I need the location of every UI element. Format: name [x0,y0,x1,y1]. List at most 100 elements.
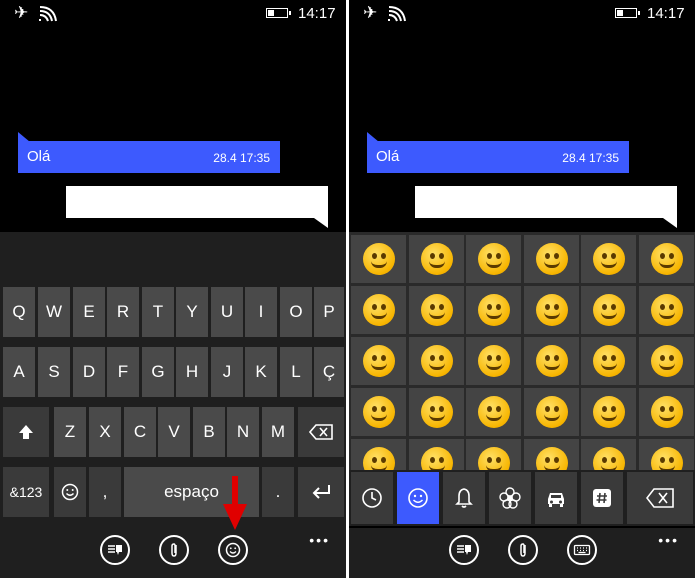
key-n[interactable]: N [227,407,259,457]
emoji-face-icon [478,396,511,428]
key-j[interactable]: J [211,347,243,397]
key-v[interactable]: V [158,407,190,457]
key-z[interactable]: Z [54,407,86,457]
key-l[interactable]: L [280,347,312,397]
emoji-cell[interactable] [581,337,637,385]
key-i[interactable]: I [245,287,277,337]
emoji-cell[interactable] [408,235,464,283]
category-symbols[interactable] [581,472,623,524]
emoji-face-part [660,355,665,361]
message-bubble[interactable]: Olá 28.4 17:35 [367,141,629,173]
emoji-face-icon [593,243,626,275]
emoji-cell[interactable] [523,235,579,283]
key-r[interactable]: R [107,287,139,337]
emoji-cell[interactable] [351,388,406,436]
more-options-icon[interactable]: ••• [309,532,330,548]
emoji-cell[interactable] [466,388,522,436]
emoji-face-icon [478,243,511,275]
key-d[interactable]: D [73,347,105,397]
shift-key[interactable] [3,407,49,457]
keyboard-toggle-button[interactable] [449,535,479,565]
emoji-cell[interactable] [581,235,637,283]
attach-button[interactable] [508,535,538,565]
emoji-cell[interactable] [639,337,694,385]
key-t[interactable]: T [142,287,174,337]
key-q[interactable]: Q [3,287,35,337]
emoji-face-icon [535,345,568,377]
emoji-cell[interactable] [466,286,522,334]
keyboard-button[interactable] [567,535,597,565]
emoji-cell[interactable] [408,388,464,436]
emoji-cell[interactable] [466,337,522,385]
emoji-cell[interactable] [523,337,579,385]
emoji-cell[interactable] [639,439,694,470]
emoji-key[interactable] [54,467,86,517]
emoji-button[interactable] [218,535,248,565]
emoji-cell[interactable] [639,286,694,334]
key-c-cedilla[interactable]: Ç [314,347,344,397]
phone-screen-left: ✈ 14:17 Olá 28.4 17:35 Q W E R T Y U I O… [0,0,346,578]
emoji-face-icon [593,396,626,428]
key-f[interactable]: F [107,347,139,397]
emoji-face-part [602,253,608,259]
emoji-cell[interactable] [408,337,464,385]
emoji-cell[interactable] [408,286,464,334]
emoji-cell[interactable] [581,439,637,470]
key-c[interactable]: C [124,407,156,457]
emoji-cell[interactable] [351,235,406,283]
key-g[interactable]: G [142,347,174,397]
key-u[interactable]: U [211,287,243,337]
key-e[interactable]: E [73,287,105,337]
backspace-key[interactable] [298,407,344,457]
more-options-icon[interactable]: ••• [658,532,679,548]
symbols-key[interactable]: &123 [3,467,49,517]
emoji-cell[interactable] [581,388,637,436]
bottom-app-bar: ••• [0,528,346,578]
flower-icon [499,487,521,509]
emoji-backspace-button[interactable] [627,472,693,524]
message-bubble[interactable]: Olá 28.4 17:35 [18,141,280,173]
key-p[interactable]: P [314,287,344,337]
category-nature[interactable] [489,472,531,524]
emoji-cell[interactable] [351,439,406,470]
emoji-cell[interactable] [581,286,637,334]
category-objects[interactable] [443,472,485,524]
comma-key[interactable]: , [89,467,121,517]
key-s[interactable]: S [38,347,70,397]
period-key[interactable]: . [262,467,294,517]
enter-key[interactable] [298,467,344,517]
emoji-face-part [428,312,445,319]
key-m[interactable]: M [262,407,294,457]
status-time: 14:17 [298,5,336,22]
keyboard-toggle-button[interactable] [100,535,130,565]
key-h[interactable]: H [176,347,208,397]
reply-input[interactable] [66,186,328,218]
emoji-cell[interactable] [523,439,579,470]
emoji-cell[interactable] [351,286,406,334]
emoji-cell[interactable] [639,235,694,283]
category-places[interactable] [535,472,577,524]
emoji-cell[interactable] [408,439,464,470]
key-w[interactable]: W [38,287,70,337]
emoji-face-part [496,355,502,361]
emoji-cell[interactable] [523,286,579,334]
emoji-face-part [372,406,377,412]
emoji-face-icon [363,294,395,326]
emoji-cell[interactable] [466,235,522,283]
key-y[interactable]: Y [176,287,208,337]
category-recent[interactable] [351,472,393,524]
reply-input[interactable] [415,186,677,218]
emoji-cell[interactable] [351,337,406,385]
attach-button[interactable] [159,535,189,565]
emoji-cell[interactable] [466,439,522,470]
key-o[interactable]: O [280,287,312,337]
emoji-face-part [669,457,674,463]
key-k[interactable]: K [245,347,277,397]
key-a[interactable]: A [3,347,35,397]
key-x[interactable]: X [89,407,121,457]
category-smileys[interactable] [397,472,439,524]
emoji-cell[interactable] [523,388,579,436]
key-b[interactable]: B [193,407,225,457]
emoji-cell[interactable] [639,388,694,436]
emoji-face-part [429,355,435,361]
